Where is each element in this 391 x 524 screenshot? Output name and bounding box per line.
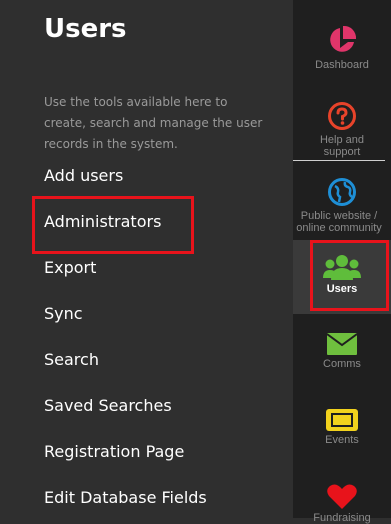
nav-item-events[interactable]: Events xyxy=(293,409,391,446)
menu-item-edit-database-fields[interactable]: Edit Database Fields xyxy=(44,488,207,507)
menu-item-sync[interactable]: Sync xyxy=(44,304,83,323)
nav-label-dashboard: Dashboard xyxy=(315,59,369,71)
nav-label-help-and-support: Help and support xyxy=(319,134,365,158)
menu-item-export[interactable]: Export xyxy=(44,258,96,277)
nav-label-events: Events xyxy=(325,434,359,446)
nav-item-comms[interactable]: Comms xyxy=(293,333,391,370)
envelope-icon xyxy=(327,333,357,355)
menu-item-saved-searches[interactable]: Saved Searches xyxy=(44,396,172,415)
globe-icon xyxy=(328,178,356,206)
nav-label-public-website: Public website / online community xyxy=(296,210,382,234)
nav-label-fundraising: Fundraising xyxy=(313,512,371,524)
nav-item-help-and-support[interactable]: Help and support xyxy=(293,101,391,158)
administrators-highlight-box xyxy=(32,196,194,254)
pie-chart-icon xyxy=(330,25,357,52)
users-highlight-box xyxy=(310,240,389,311)
menu-item-registration-page[interactable]: Registration Page xyxy=(44,442,184,461)
ticket-icon xyxy=(326,409,358,431)
nav-divider xyxy=(293,160,385,161)
nav-label-comms: Comms xyxy=(323,358,361,370)
page-title: Users xyxy=(44,14,127,44)
nav-item-public-website[interactable]: Public website / online community xyxy=(293,177,391,234)
question-icon xyxy=(328,102,356,130)
users-panel: Users Use the tools available here to cr… xyxy=(0,0,293,518)
heart-icon xyxy=(327,484,357,509)
menu-item-add-users[interactable]: Add users xyxy=(44,166,123,185)
main-nav-sidebar: Dashboard Help and support Public websit… xyxy=(293,0,391,524)
panel-description: Use the tools available here to create, … xyxy=(44,95,263,151)
nav-item-dashboard[interactable]: Dashboard xyxy=(293,24,391,71)
menu-item-search[interactable]: Search xyxy=(44,350,99,369)
